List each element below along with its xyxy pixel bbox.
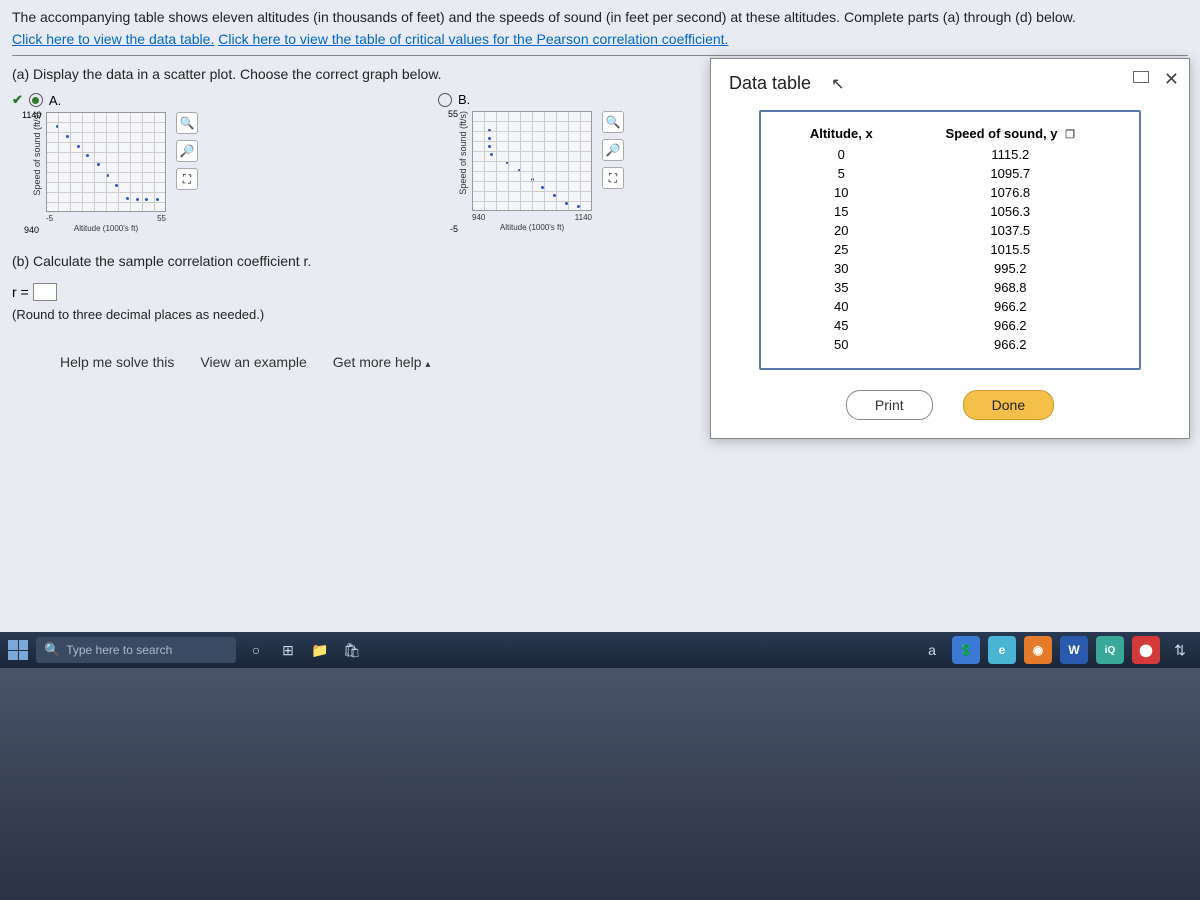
cell-x: 5: [781, 164, 902, 183]
tray-icon[interactable]: ⇅: [1168, 638, 1192, 662]
cell-y: 1076.8: [902, 183, 1119, 202]
cell-x: 30: [781, 259, 902, 278]
cell-y: 966.2: [902, 297, 1119, 316]
cell-x: 15: [781, 202, 902, 221]
minimize-icon[interactable]: [1133, 71, 1149, 83]
graph-a-xleft: -5: [46, 214, 53, 223]
option-a-label: A.: [49, 93, 61, 108]
view-example-link[interactable]: View an example: [200, 354, 306, 370]
graph-b-xcaption: Altitude (1000's ft): [472, 223, 592, 232]
taskbar-search[interactable]: 🔍 Type here to search: [36, 637, 236, 663]
cell-x: 10: [781, 183, 902, 202]
cell-x: 50: [781, 335, 902, 354]
table-row: 35968.8: [781, 278, 1119, 297]
scatter-plot-a: [46, 112, 166, 212]
search-placeholder: Type here to search: [66, 643, 172, 657]
table-row: 30995.2: [781, 259, 1119, 278]
cell-x: 20: [781, 221, 902, 240]
cell-x: 45: [781, 316, 902, 335]
table-row: 50966.2: [781, 335, 1119, 354]
graph-a-ytop: 1140: [22, 110, 41, 120]
cell-y: 1115.2: [902, 145, 1119, 164]
zoom-out-icon[interactable]: 🔎: [602, 139, 624, 161]
tray-icon[interactable]: a: [920, 638, 944, 662]
divider: [12, 55, 1188, 56]
cell-x: 25: [781, 240, 902, 259]
cell-y: 1056.3: [902, 202, 1119, 221]
zoom-in-icon[interactable]: 🔍: [176, 112, 198, 134]
word-icon[interactable]: W: [1060, 636, 1088, 664]
col-header-x: Altitude, x: [781, 122, 902, 145]
scatter-plot-b: [472, 111, 592, 211]
close-icon[interactable]: ✕: [1164, 69, 1179, 90]
table-row: 51095.7: [781, 164, 1119, 183]
graph-b-xright: 1140: [575, 213, 592, 222]
zoom-in-icon[interactable]: 🔍: [602, 111, 624, 133]
problem-intro: The accompanying table shows eleven alti…: [12, 8, 1188, 28]
cell-x: 40: [781, 297, 902, 316]
cell-x: 35: [781, 278, 902, 297]
data-table: Altitude, x Speed of sound, y ❐ 01115.25…: [781, 122, 1119, 354]
table-row: 101076.8: [781, 183, 1119, 202]
cell-y: 966.2: [902, 335, 1119, 354]
copy-icon[interactable]: ❐: [1065, 129, 1075, 141]
table-row: 01115.2: [781, 145, 1119, 164]
r-value-input[interactable]: [33, 283, 57, 301]
expand-icon[interactable]: ⛶: [602, 167, 624, 189]
more-help-link[interactable]: Get more help ▴: [333, 354, 431, 370]
edge-icon[interactable]: e: [988, 636, 1016, 664]
expand-icon[interactable]: ⛶: [176, 168, 198, 190]
radio-option-a[interactable]: [29, 93, 43, 107]
cursor-icon: ↖: [831, 74, 844, 94]
radio-option-b[interactable]: [438, 93, 452, 107]
table-row: 251015.5: [781, 240, 1119, 259]
zoom-out-icon[interactable]: 🔎: [176, 140, 198, 162]
table-row: 45966.2: [781, 316, 1119, 335]
taskbar: 🔍 Type here to search ○ ⊞ 📁 🛍 a 💲 e ◉ W …: [0, 632, 1200, 668]
graph-a-ylabel: Speed of sound (ft/s): [32, 112, 42, 196]
graph-b-ytop: 55: [448, 109, 458, 119]
r-label: r =: [12, 284, 29, 300]
app-icon[interactable]: iQ: [1096, 636, 1124, 664]
cell-y: 1037.5: [902, 221, 1119, 240]
graph-b-ylabel: Speed of sound (ft/s): [458, 111, 468, 195]
cell-y: 995.2: [902, 259, 1119, 278]
link-critical-values[interactable]: Click here to view the table of critical…: [218, 31, 728, 47]
popup-title: Data table: [729, 73, 811, 94]
store-icon[interactable]: 🛍: [340, 638, 364, 662]
check-icon: ✔: [12, 92, 23, 108]
table-row: 151056.3: [781, 202, 1119, 221]
graph-b-xleft: 940: [472, 213, 485, 222]
start-button[interactable]: [8, 640, 28, 660]
graph-a-xcaption: Altitude (1000's ft): [46, 224, 166, 233]
help-solve-link[interactable]: Help me solve this: [60, 354, 174, 370]
cell-y: 1015.5: [902, 240, 1119, 259]
app-icon[interactable]: ⬤: [1132, 636, 1160, 664]
cell-y: 966.2: [902, 316, 1119, 335]
graph-a-ybot: 940: [24, 225, 39, 235]
monitor-bezel: [0, 668, 1200, 900]
cortana-icon[interactable]: ○: [244, 638, 268, 662]
link-data-table[interactable]: Click here to view the data table.: [12, 31, 214, 47]
app-icon[interactable]: 💲: [952, 636, 980, 664]
table-row: 40966.2: [781, 297, 1119, 316]
cell-y: 1095.7: [902, 164, 1119, 183]
col-header-y: Speed of sound, y ❐: [902, 122, 1119, 145]
explorer-icon[interactable]: 📁: [308, 638, 332, 662]
print-button[interactable]: Print: [846, 390, 933, 420]
option-b-label: B.: [458, 92, 470, 107]
cell-y: 968.8: [902, 278, 1119, 297]
graph-b-ybot: -5: [450, 224, 458, 234]
chevron-up-icon: ▴: [425, 359, 430, 370]
task-view-icon[interactable]: ⊞: [276, 638, 300, 662]
done-button[interactable]: Done: [963, 390, 1054, 420]
cell-x: 0: [781, 145, 902, 164]
table-row: 201037.5: [781, 221, 1119, 240]
graph-a-xright: 55: [157, 214, 166, 223]
app-icon[interactable]: ◉: [1024, 636, 1052, 664]
data-table-popup: ✕ Data table ↖ Altitude, x Speed of soun…: [710, 58, 1190, 439]
search-icon: 🔍: [44, 642, 60, 658]
